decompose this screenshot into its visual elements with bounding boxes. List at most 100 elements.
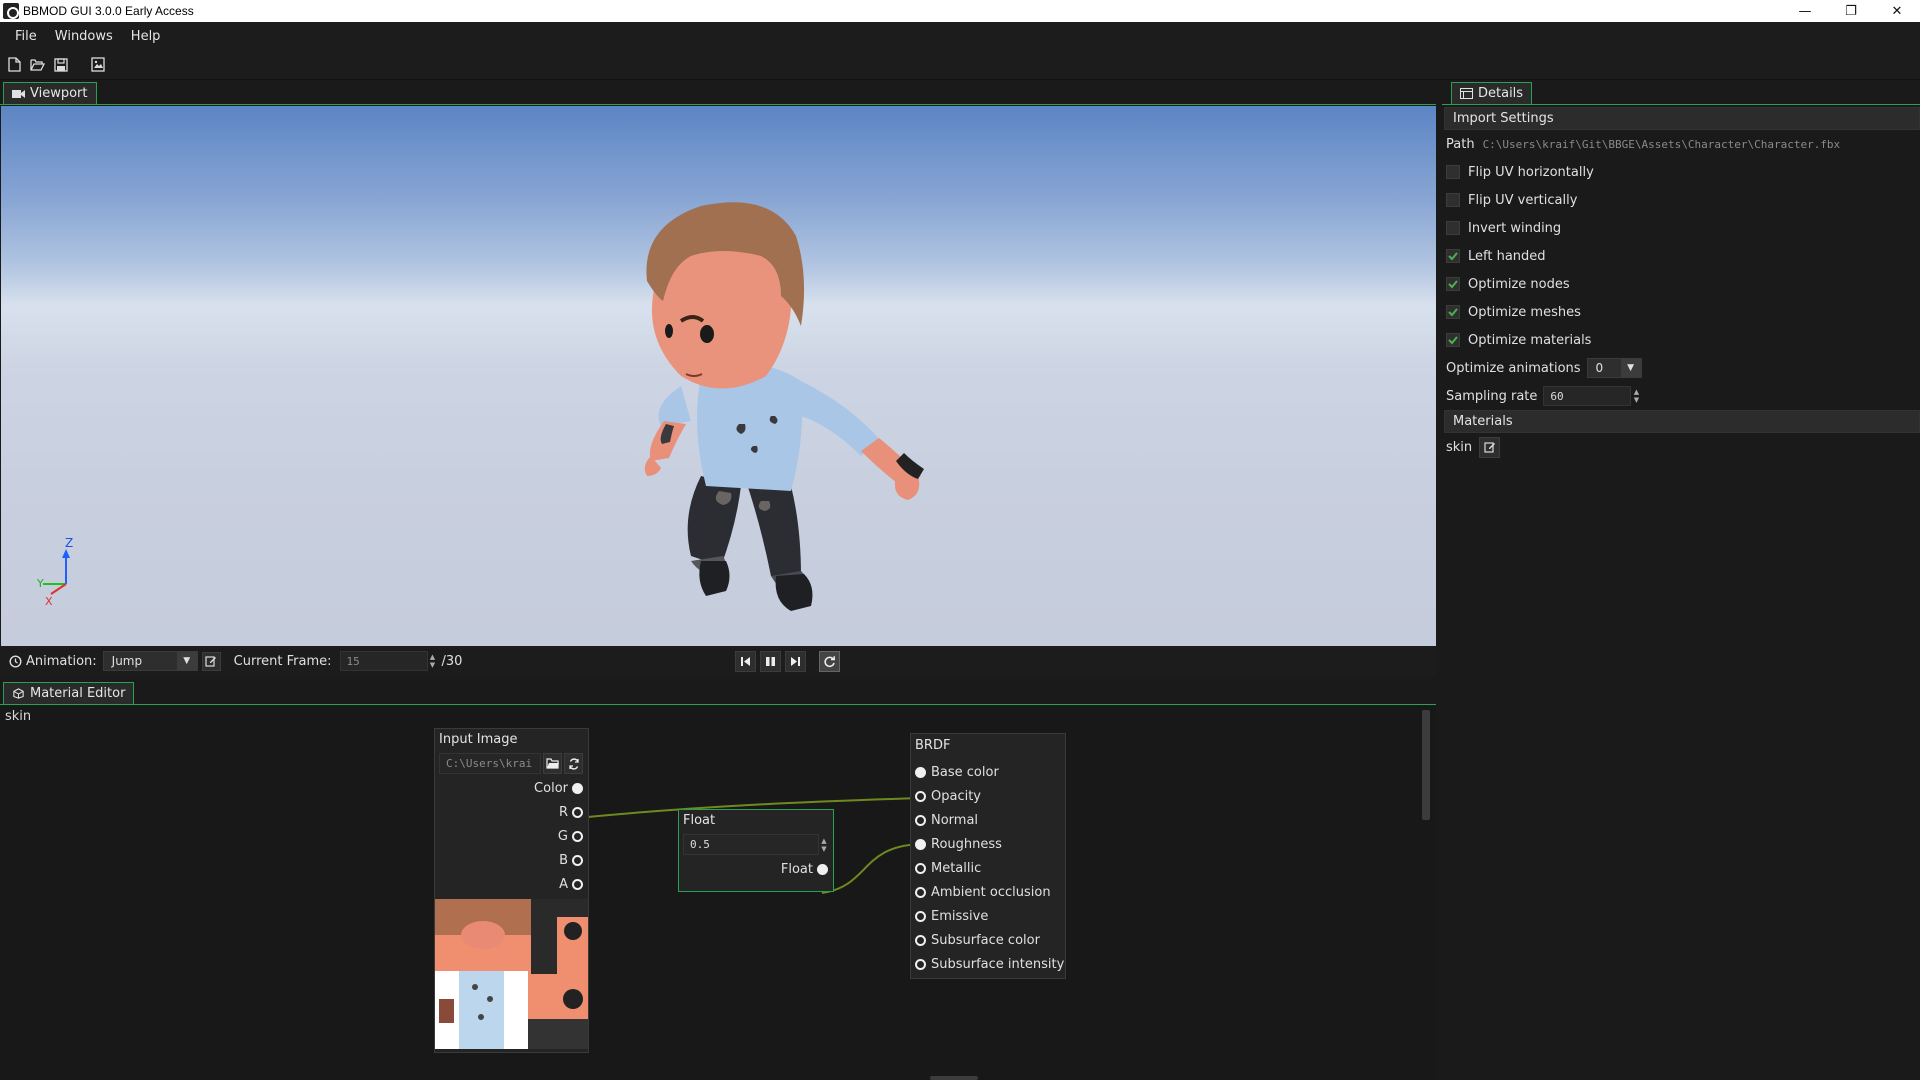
brdf-input[interactable]: Normal	[911, 808, 1065, 832]
export-image-button[interactable]	[88, 55, 107, 74]
tab-viewport-label: Viewport	[30, 86, 88, 101]
checkbox-row[interactable]: Optimize meshes	[1444, 298, 1920, 326]
animation-bar: Animation: Jump ▼ Current Frame: 15 ▲ ▼ /…	[0, 646, 1436, 676]
checkbox-row[interactable]: Invert winding	[1444, 214, 1920, 242]
restore-button[interactable]: ❐	[1828, 0, 1874, 22]
brdf-input[interactable]: Opacity	[911, 784, 1065, 808]
brdf-input-pin[interactable]	[915, 862, 926, 874]
float-node[interactable]: Float 0.5 ▲ ▼ Float	[678, 809, 834, 892]
brdf-input[interactable]: Metallic	[911, 856, 1065, 880]
minimize-button[interactable]: —	[1782, 0, 1828, 22]
output-g[interactable]: G	[435, 824, 588, 848]
brdf-input-pin[interactable]	[915, 886, 926, 898]
open-file-button[interactable]	[28, 55, 47, 74]
image-file-icon	[90, 57, 105, 72]
checkbox[interactable]	[1446, 333, 1460, 347]
axis-y-label: Y	[36, 577, 44, 590]
pin-a[interactable]	[572, 878, 583, 890]
checkbox-row[interactable]: Flip UV vertically	[1444, 186, 1920, 214]
brdf-input-pin[interactable]	[915, 814, 926, 826]
menu-bar: File Windows Help	[0, 22, 1920, 50]
node-canvas[interactable]: skin Input Image C:\Users\krai Color R G…	[0, 706, 1436, 1080]
import-settings-header[interactable]: Import Settings	[1444, 107, 1920, 130]
total-frames: /30	[441, 653, 463, 669]
output-a[interactable]: A	[435, 872, 588, 896]
vertical-scrollbar[interactable]	[1422, 710, 1430, 820]
brdf-input[interactable]: Roughness	[911, 832, 1065, 856]
brdf-input-pin[interactable]	[915, 838, 926, 850]
materials-header[interactable]: Materials	[1444, 410, 1920, 433]
brdf-input[interactable]: Ambient occlusion	[911, 880, 1065, 904]
edit-animation-button[interactable]	[201, 651, 221, 671]
reload-image-button[interactable]	[564, 753, 583, 774]
material-editor-panel: Material Editor skin Input Image C:\User…	[0, 682, 1436, 1080]
pin-r[interactable]	[572, 806, 583, 818]
pause-button[interactable]	[760, 650, 782, 672]
output-color[interactable]: Color	[435, 776, 588, 800]
texture-preview	[435, 899, 588, 1049]
brdf-node[interactable]: BRDF Base color Opacity Normal Roughness Met…	[910, 733, 1066, 979]
close-button[interactable]: ✕	[1874, 0, 1920, 22]
output-r[interactable]: R	[435, 800, 588, 824]
checkmark-icon	[1448, 308, 1458, 317]
input-image-node[interactable]: Input Image C:\Users\krai Color R G B A	[434, 728, 589, 1053]
frame-spinner[interactable]: ▲ ▼	[428, 651, 438, 671]
edit-material-button[interactable]	[1479, 436, 1501, 458]
output-b[interactable]: B	[435, 848, 588, 872]
checkbox[interactable]	[1446, 249, 1460, 263]
next-frame-button[interactable]	[785, 650, 807, 672]
tab-viewport[interactable]: Viewport	[3, 82, 97, 104]
axis-x-label: X	[45, 595, 53, 608]
checkbox-row[interactable]: Optimize materials	[1444, 326, 1920, 354]
previous-frame-button[interactable]	[735, 650, 757, 672]
tab-material-editor[interactable]: Material Editor	[3, 682, 135, 704]
brdf-input-pin[interactable]	[915, 790, 926, 802]
pin-b[interactable]	[572, 854, 583, 866]
optimize-animations-select[interactable]: 0 ▼	[1586, 358, 1642, 378]
tab-details[interactable]: Details	[1451, 82, 1533, 104]
image-path-input[interactable]: C:\Users\krai	[439, 753, 541, 774]
window-title: BBMOD GUI 3.0.0 Early Access	[23, 4, 194, 18]
checkbox-label: Flip UV vertically	[1468, 192, 1578, 208]
brdf-input-pin[interactable]	[915, 910, 926, 922]
chevron-down-icon: ▼	[1620, 359, 1641, 377]
brdf-input[interactable]: Emissive	[911, 904, 1065, 928]
input-image-title: Input Image	[439, 732, 518, 747]
menu-file[interactable]: File	[6, 29, 46, 44]
brdf-input-pin[interactable]	[915, 934, 926, 946]
current-frame-input[interactable]: 15	[339, 651, 428, 671]
output-float[interactable]: Float	[679, 857, 833, 881]
float-spinner[interactable]: ▲ ▼	[819, 835, 829, 855]
camera-icon	[12, 90, 25, 98]
menu-help[interactable]: Help	[122, 29, 170, 44]
checkbox-row[interactable]: Optimize nodes	[1444, 270, 1920, 298]
loop-toggle-button[interactable]	[819, 650, 841, 672]
pin-float[interactable]	[817, 863, 828, 875]
brdf-input-pin[interactable]	[915, 766, 926, 778]
pin-color[interactable]	[572, 782, 583, 794]
brdf-input-label: Subsurface intensity	[931, 956, 1065, 972]
checkbox[interactable]	[1446, 165, 1460, 179]
brdf-input[interactable]: Base color	[911, 760, 1065, 784]
checkbox[interactable]	[1446, 193, 1460, 207]
save-file-button[interactable]	[51, 55, 70, 74]
menu-windows[interactable]: Windows	[46, 29, 122, 44]
checkbox-row[interactable]: Left handed	[1444, 242, 1920, 270]
checkbox[interactable]	[1446, 305, 1460, 319]
horizontal-scrollbar[interactable]	[930, 1076, 978, 1080]
sampling-rate-spinner[interactable]: ▲ ▼	[1631, 386, 1641, 406]
sampling-rate-input[interactable]: 60	[1543, 386, 1632, 406]
new-file-button[interactable]	[5, 55, 24, 74]
pin-g[interactable]	[572, 830, 583, 842]
browse-image-button[interactable]	[543, 753, 562, 774]
3d-scene[interactable]: Z Y X	[1, 106, 1436, 646]
checkbox[interactable]	[1446, 221, 1460, 235]
animation-select[interactable]: Jump ▼	[102, 651, 198, 671]
brdf-input[interactable]: Subsurface intensity	[911, 952, 1065, 976]
checkbox[interactable]	[1446, 277, 1460, 291]
checkbox-row[interactable]: Flip UV horizontally	[1444, 158, 1920, 186]
brdf-input[interactable]: Subsurface color	[911, 928, 1065, 952]
new-file-icon	[8, 57, 21, 72]
brdf-input-pin[interactable]	[915, 958, 926, 970]
float-value-input[interactable]: 0.5	[683, 834, 819, 855]
